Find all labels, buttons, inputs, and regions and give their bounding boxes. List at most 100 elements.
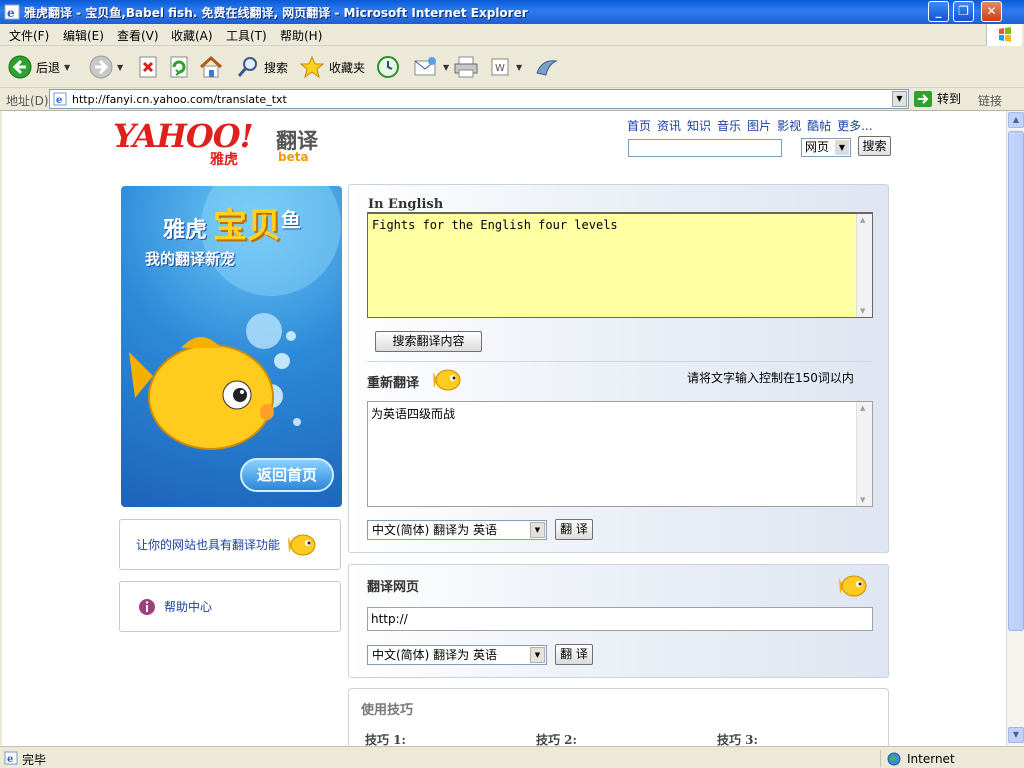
word-limit-note: 请将文字输入控制在150词以内 xyxy=(687,371,854,385)
page-scrollbar[interactable]: ▲ ▼ xyxy=(1006,111,1024,746)
nav-music[interactable]: 音乐 xyxy=(717,117,741,134)
menu-bar: 文件(F) 编辑(E) 查看(V) 收藏(A) 工具(T) 帮助(H) xyxy=(0,24,1024,46)
menu-help[interactable]: 帮助(H) xyxy=(280,27,322,44)
mail-button[interactable]: ▼ xyxy=(413,52,449,82)
restore-button[interactable]: ❐ xyxy=(953,1,974,22)
scroll-down-icon[interactable]: ▼ xyxy=(1008,727,1024,743)
yahoo-fanyi-logo[interactable]: YAHOO! 雅虎 翻译 beta xyxy=(113,117,328,168)
stop-button[interactable] xyxy=(137,52,159,82)
site-search-input[interactable] xyxy=(628,139,782,157)
translate-webpage-panel: 翻译网页 http:// 中文(简体) 翻译为 英语 ▼ 翻 译 xyxy=(348,564,889,678)
site-search-button[interactable]: 搜索 xyxy=(858,136,891,156)
back-dropdown-icon[interactable]: ▼ xyxy=(64,63,70,72)
back-arrow-icon xyxy=(8,55,32,79)
babelfish-banner: 雅虎 宝贝 鱼 我的翻译新宠 返回首页 xyxy=(121,186,342,507)
page-icon: e xyxy=(53,92,67,106)
favorites-button[interactable]: 收藏夹 xyxy=(299,52,365,82)
source-scrollbar[interactable]: ▲ ▼ xyxy=(856,214,872,317)
menu-file[interactable]: 文件(F) xyxy=(9,27,49,44)
word-edit-icon: W xyxy=(491,58,509,76)
top-nav: 首页 资讯 知识 音乐 图片 影视 酷帖 更多... xyxy=(627,117,873,134)
webpage-direction-select[interactable]: 中文(简体) 翻译为 英语 ▼ xyxy=(367,645,547,665)
menu-favorites[interactable]: 收藏(A) xyxy=(171,27,213,44)
page-viewport: YAHOO! 雅虎 翻译 beta 首页 资讯 知识 音乐 图片 影视 酷帖 更… xyxy=(2,111,1006,746)
source-textarea[interactable]: Fights for the English four levels ▲ ▼ xyxy=(367,212,873,318)
result-textarea[interactable]: 为英语四级而战 ▲ ▼ xyxy=(367,401,873,507)
globe-icon xyxy=(887,752,901,765)
scroll-thumb[interactable] xyxy=(1008,131,1024,631)
nav-video[interactable]: 影视 xyxy=(777,117,801,134)
banner-baobei: 宝贝 xyxy=(213,206,281,246)
printer-icon xyxy=(454,56,478,78)
search-translation-button[interactable]: 搜索翻译内容 xyxy=(375,331,482,352)
search-button[interactable]: 搜索 xyxy=(236,52,288,82)
refresh-icon xyxy=(170,56,188,78)
home-button[interactable] xyxy=(198,52,224,82)
edit-button[interactable]: W ▼ xyxy=(490,52,522,82)
go-arrow-icon xyxy=(914,90,932,107)
text-direction-value: 中文(简体) 翻译为 英语 xyxy=(372,523,497,537)
address-label: 地址(D) xyxy=(6,94,49,108)
result-text: 为英语四级而战 xyxy=(371,407,456,421)
help-center-box[interactable]: 帮助中心 xyxy=(119,581,341,632)
forward-button[interactable]: ▼ xyxy=(89,52,123,82)
menu-tools[interactable]: 工具(T) xyxy=(226,27,267,44)
page-done-icon: e xyxy=(4,751,18,765)
text-direction-select[interactable]: 中文(简体) 翻译为 英语 ▼ xyxy=(367,520,547,540)
help-center-link[interactable]: 帮助中心 xyxy=(164,598,212,615)
mail-dropdown-icon[interactable]: ▼ xyxy=(443,63,449,72)
close-button[interactable]: ✕ xyxy=(981,1,1002,22)
search-scope-select[interactable]: 网页 ▼ xyxy=(801,138,851,157)
banner-tagline: 我的翻译新宠 xyxy=(145,250,236,268)
svg-text:e: e xyxy=(7,754,13,765)
menu-edit[interactable]: 编辑(E) xyxy=(63,27,104,44)
nav-images[interactable]: 图片 xyxy=(747,117,771,134)
nav-posts[interactable]: 酷帖 xyxy=(807,117,831,134)
nav-news[interactable]: 资讯 xyxy=(657,117,681,134)
refresh-button[interactable] xyxy=(168,52,190,82)
nav-more[interactable]: 更多... xyxy=(837,117,872,134)
translate-webpage-button[interactable]: 翻 译 xyxy=(555,644,593,665)
result-scrollbar[interactable]: ▲ ▼ xyxy=(856,402,872,506)
address-input[interactable]: e http://fanyi.cn.yahoo.com/translate_tx… xyxy=(49,89,909,109)
embed-translate-link[interactable]: 让你的网站也具有翻译功能 xyxy=(136,536,280,553)
tip-3: 技巧 3: xyxy=(717,733,758,746)
fish-icon xyxy=(433,369,461,391)
magnifier-icon xyxy=(237,57,257,77)
menu-view[interactable]: 查看(V) xyxy=(117,27,159,44)
embed-translate-box[interactable]: 让你的网站也具有翻译功能 xyxy=(119,519,341,570)
messenger-button[interactable] xyxy=(534,52,560,82)
nav-home[interactable]: 首页 xyxy=(627,117,651,134)
forward-dropdown-icon[interactable]: ▼ xyxy=(117,63,123,72)
back-button[interactable]: 后退 ▼ xyxy=(8,52,70,82)
source-text: Fights for the English four levels xyxy=(372,218,618,232)
forward-arrow-icon xyxy=(89,55,113,79)
search-label: 搜索 xyxy=(264,60,289,75)
history-button[interactable] xyxy=(375,52,401,82)
tips-panel: 使用技巧 技巧 1: 技巧 2: 技巧 3: xyxy=(348,688,889,746)
messenger-icon xyxy=(536,60,558,76)
yahoo-cn-text: 雅虎 xyxy=(210,152,238,168)
webpage-url-input[interactable]: http:// xyxy=(367,607,873,631)
svg-text:W: W xyxy=(495,63,505,74)
status-text: 完毕 xyxy=(22,753,47,767)
tips-title: 使用技巧 xyxy=(361,703,414,718)
print-button[interactable] xyxy=(453,52,479,82)
tip-2: 技巧 2: xyxy=(536,733,577,746)
fish-icon xyxy=(288,534,316,555)
banner-yu: 鱼 xyxy=(281,208,301,232)
go-button[interactable]: 转到 xyxy=(914,90,961,107)
edit-dropdown-icon[interactable]: ▼ xyxy=(516,63,522,72)
address-dropdown-icon[interactable]: ▼ xyxy=(892,91,907,107)
back-home-button[interactable]: 返回首页 xyxy=(240,458,334,492)
scroll-up-icon[interactable]: ▲ xyxy=(1008,112,1024,128)
links-button[interactable]: 链接 xyxy=(978,92,1002,109)
minimize-button[interactable]: _ xyxy=(928,1,949,22)
address-url: http://fanyi.cn.yahoo.com/translate_txt xyxy=(72,93,287,106)
svg-text:e: e xyxy=(7,6,15,20)
retranslate-title: 重新翻译 xyxy=(367,376,420,391)
home-icon xyxy=(199,55,223,78)
tip-1: 技巧 1: xyxy=(365,733,406,746)
nav-knowledge[interactable]: 知识 xyxy=(687,117,711,134)
translate-text-button[interactable]: 翻 译 xyxy=(555,519,593,540)
